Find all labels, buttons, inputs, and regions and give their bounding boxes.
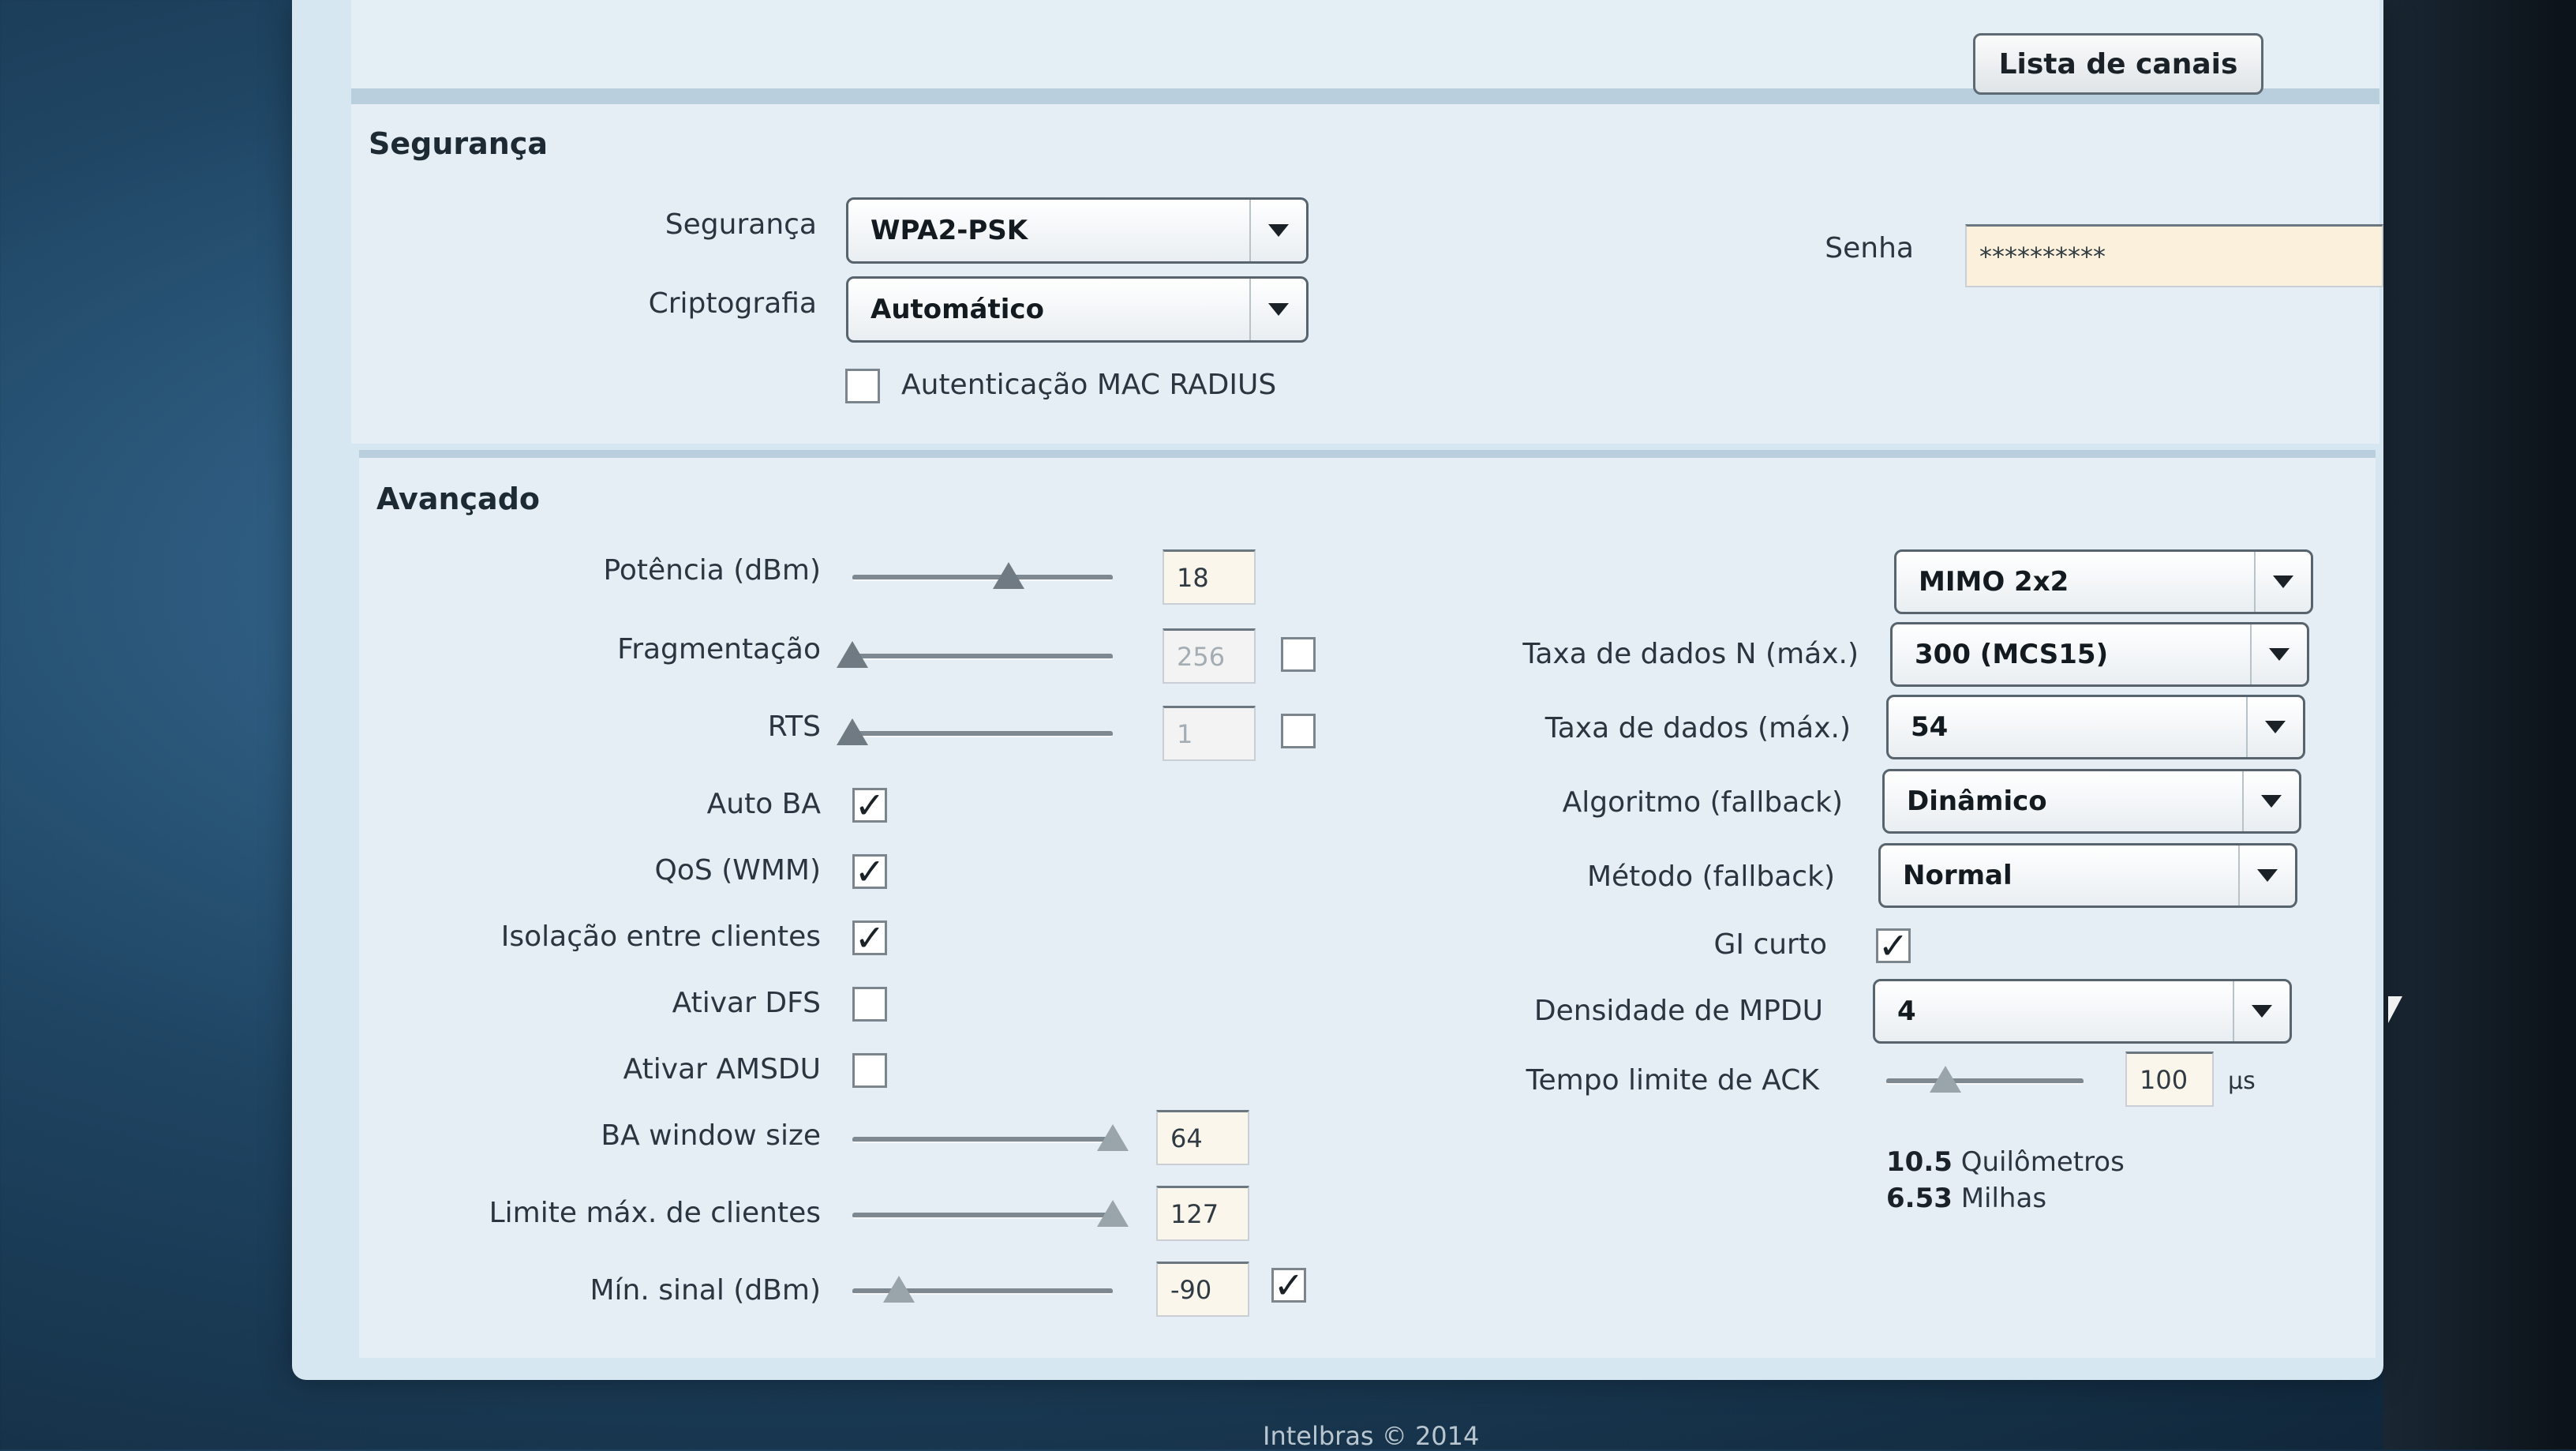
fallback-method-label: Método (fallback) (1586, 860, 1835, 893)
mpdu-density-label: Densidade de MPDU (1533, 995, 1823, 1027)
mac-radius-checkbox[interactable] (845, 369, 880, 403)
auto-ba-label: Auto BA (706, 788, 821, 820)
chevron-down-icon (1249, 200, 1306, 261)
slider-track (1886, 1078, 2084, 1085)
fallback-method-select[interactable]: Normal (1878, 843, 2297, 908)
security-select-value: WPA2-PSK (871, 215, 1028, 246)
dfs-checkbox[interactable] (852, 987, 887, 1022)
max-clients-slider[interactable] (852, 1200, 1129, 1232)
channel-list-button[interactable]: Lista de canais (1973, 33, 2263, 95)
section-title-security: Segurança (369, 126, 548, 161)
password-field[interactable]: ********** (1965, 224, 2383, 287)
check-icon: ✓ (1273, 1264, 1305, 1307)
check-icon: ✓ (854, 917, 886, 959)
fallback-algo-select[interactable]: Dinâmico (1882, 769, 2301, 834)
rts-label: RTS (767, 711, 821, 743)
security-section: Segurança Segurança WPA2-PSK Criptografi… (351, 96, 2383, 444)
slider-thumb[interactable] (993, 562, 1024, 589)
amsdu-checkbox[interactable] (852, 1053, 887, 1088)
rate-select-value: 54 (1911, 711, 1949, 743)
distance-km-unit: Quilômetros (1960, 1146, 2125, 1178)
ack-timeout-input[interactable]: 100 (2125, 1052, 2214, 1107)
slider-track (852, 1137, 1113, 1143)
isolation-label: Isolação entre clientes (500, 920, 821, 953)
isolation-checkbox[interactable]: ✓ (852, 917, 887, 959)
fallback-algo-label: Algoritmo (fallback) (1562, 786, 1843, 819)
slider-thumb[interactable] (837, 718, 868, 745)
qos-checkbox[interactable]: ✓ (852, 850, 887, 893)
distance-km-value: 10.5 (1886, 1146, 1953, 1178)
power-input[interactable]: 18 (1163, 549, 1256, 605)
min-signal-label: Mín. sinal (dBm) (590, 1274, 821, 1307)
crypto-select-value: Automático (871, 294, 1044, 325)
advanced-section: Avançado Potência (dBm) 18 Fragmentação … (359, 450, 2376, 1358)
crypto-select[interactable]: Automático (846, 276, 1309, 343)
power-slider[interactable] (852, 562, 1113, 594)
mouse-cursor-icon (2388, 996, 2402, 1023)
rate-select[interactable]: 54 (1886, 695, 2305, 759)
ba-window-slider[interactable] (852, 1124, 1129, 1156)
min-signal-slider[interactable] (852, 1276, 1113, 1307)
mode-select-value: MIMO 2x2 (1919, 566, 2069, 598)
mac-radius-label: Autenticação MAC RADIUS (901, 369, 1277, 401)
slider-thumb[interactable] (1097, 1124, 1129, 1151)
min-signal-input[interactable]: -90 (1156, 1262, 1249, 1317)
auto-ba-checkbox[interactable]: ✓ (852, 784, 887, 827)
chevron-down-icon (2242, 771, 2299, 831)
distance-mi-unit: Milhas (1960, 1183, 2047, 1214)
check-icon: ✓ (1878, 924, 1909, 967)
qos-label: QoS (WMM) (654, 854, 821, 887)
max-clients-input[interactable]: 127 (1156, 1186, 1249, 1241)
password-label: Senha (1825, 232, 1914, 264)
settings-panel: Lista de canais Segurança Segurança WPA2… (292, 0, 2383, 1380)
chevron-down-icon (1249, 279, 1306, 340)
dfs-label: Ativar DFS (672, 987, 821, 1019)
check-icon: ✓ (854, 784, 886, 827)
distance-km: 10.5 Quilômetros (1886, 1146, 2125, 1178)
n-rate-select[interactable]: 300 (MCS15) (1890, 622, 2309, 687)
security-select[interactable]: WPA2-PSK (846, 197, 1309, 264)
distance-mi: 6.53 Milhas (1886, 1183, 2046, 1214)
ba-window-label: BA window size (601, 1119, 821, 1152)
distance-mi-value: 6.53 (1886, 1183, 1953, 1214)
mpdu-density-select-value: 4 (1897, 995, 1916, 1027)
ack-timeout-label: Tempo limite de ACK (1526, 1064, 1819, 1097)
mpdu-density-select[interactable]: 4 (1873, 979, 2292, 1044)
slider-thumb[interactable] (837, 641, 868, 668)
footer-copyright: Intelbras © 2014 (1263, 1421, 1480, 1451)
chevron-down-icon (2233, 981, 2290, 1041)
fragmentation-label: Fragmentação (617, 633, 821, 666)
slider-track (852, 575, 1113, 581)
n-rate-select-value: 300 (MCS15) (1915, 639, 2109, 670)
mode-select[interactable]: MIMO 2x2 (1894, 549, 2313, 614)
power-label: Potência (dBm) (603, 554, 821, 587)
short-gi-checkbox[interactable]: ✓ (1876, 924, 1911, 967)
rate-label: Taxa de dados (máx.) (1544, 712, 1851, 744)
ack-timeout-unit: µs (2228, 1067, 2256, 1095)
slider-thumb[interactable] (883, 1276, 915, 1303)
chevron-down-icon (2238, 845, 2295, 905)
section-title-advanced: Avançado (376, 482, 540, 516)
chevron-down-icon (2246, 697, 2303, 757)
check-icon: ✓ (854, 850, 886, 893)
fallback-method-select-value: Normal (1903, 860, 2012, 891)
slider-track (852, 1213, 1113, 1219)
ack-timeout-slider[interactable] (1886, 1066, 2084, 1097)
fallback-algo-select-value: Dinâmico (1907, 785, 2047, 817)
chevron-down-icon (2254, 552, 2311, 612)
max-clients-label: Limite máx. de clientes (489, 1197, 821, 1229)
amsdu-label: Ativar AMSDU (623, 1053, 821, 1085)
ba-window-input[interactable]: 64 (1156, 1110, 1249, 1165)
screen-bezel (2383, 0, 2576, 1449)
security-label: Segurança (665, 208, 817, 241)
chevron-down-icon (2250, 624, 2307, 684)
n-rate-label: Taxa de dados N (máx.) (1522, 638, 1859, 670)
top-strip: Lista de canais (351, 0, 2379, 96)
short-gi-label: GI curto (1713, 928, 1827, 961)
slider-thumb[interactable] (1930, 1066, 1961, 1093)
min-signal-checkbox[interactable]: ✓ (1271, 1264, 1306, 1307)
slider-thumb[interactable] (1097, 1200, 1129, 1227)
crypto-label: Criptografia (648, 287, 817, 320)
